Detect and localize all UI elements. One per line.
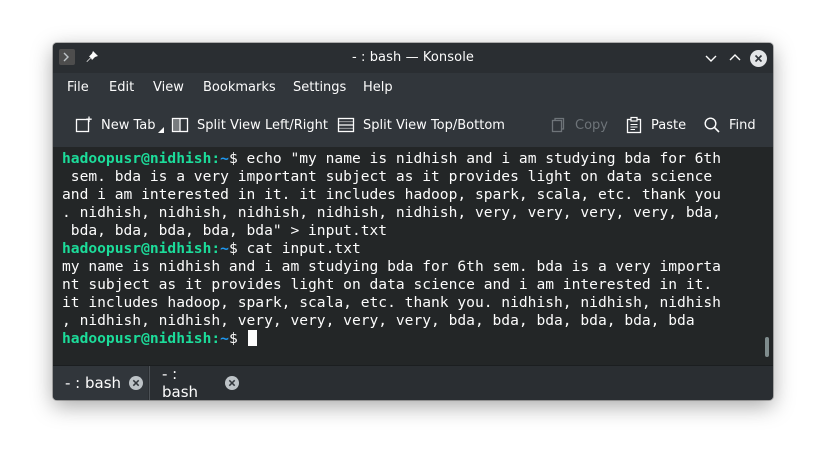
- prompt-separator: :: [211, 330, 221, 347]
- close-icon: [754, 54, 763, 63]
- title-bar[interactable]: - : bash — Konsole: [53, 43, 773, 73]
- split-vertical-icon: [171, 117, 189, 133]
- terminal-command: echo "my name is nidhish and i am studyi…: [237, 150, 722, 167]
- prompt-path: ~: [220, 330, 229, 347]
- chevron-down-icon: [705, 55, 717, 62]
- terminal-view[interactable]: hadoopusr@nidhish:~$ echo "my name is ni…: [53, 147, 761, 367]
- paste-label: Paste: [651, 117, 687, 133]
- search-icon: [704, 117, 720, 133]
- menu-edit[interactable]: Edit: [109, 73, 134, 103]
- prompt-symbol: $: [228, 150, 238, 167]
- prompt-symbol: $: [228, 240, 238, 257]
- paste-button[interactable]: Paste: [625, 105, 686, 145]
- terminal-output-line: , nidhish, nidhish, very, very, very, ve…: [62, 312, 695, 329]
- menu-settings[interactable]: Settings: [293, 73, 346, 103]
- prompt-separator: :: [211, 240, 221, 257]
- menu-bar: File Edit View Bookmarks Settings Help: [53, 73, 773, 103]
- new-tab-button[interactable]: New Tab: [75, 105, 165, 145]
- prompt-user-host: hadoopusr@nidhish: [62, 330, 212, 347]
- copy-icon: [551, 117, 565, 133]
- terminal-command: [238, 330, 247, 347]
- maximize-button[interactable]: [726, 49, 744, 67]
- prompt-path: ~: [220, 150, 229, 167]
- konsole-window: - : bash — Konsole File Edit View Bookma…: [53, 43, 773, 400]
- scrollbar-thumb[interactable]: [765, 337, 769, 357]
- menu-bookmarks[interactable]: Bookmarks: [203, 73, 276, 103]
- terminal-output-line: sem. bda is a very important subject as …: [62, 168, 713, 185]
- prompt-separator: :: [211, 150, 221, 167]
- paste-icon: [626, 116, 642, 134]
- find-label: Find: [729, 117, 756, 133]
- prompt-path: ~: [220, 240, 229, 257]
- window-title: - : bash — Konsole: [351, 50, 475, 65]
- prompt-user-host: hadoopusr@nidhish: [62, 150, 212, 167]
- terminal-command: cat input.txt: [237, 240, 361, 257]
- close-window-button[interactable]: [750, 50, 767, 67]
- terminal-cursor: [247, 330, 257, 346]
- toolbar: New Tab Split View Left/Right Split View…: [53, 105, 773, 145]
- terminal-prompt-line: hadoopusr@nidhish:~$: [62, 330, 257, 348]
- terminal-output-line: bda, bda, bda, bda, bda" > input.txt: [62, 222, 388, 239]
- terminal-output-line: and i am interested in it. it includes h…: [62, 186, 721, 203]
- menu-view[interactable]: View: [153, 73, 184, 103]
- split-top-bottom-button[interactable]: Split View Top/Bottom: [337, 105, 505, 145]
- split-horizontal-icon: [337, 117, 355, 133]
- copy-button[interactable]: Copy: [549, 105, 608, 145]
- find-button[interactable]: Find: [703, 105, 756, 145]
- tab-label: - : bash: [65, 374, 122, 392]
- dropdown-arrow-icon: [157, 127, 164, 133]
- terminal-output-line: . nidhish, nidhish, nidhish, nidhish, ni…: [62, 204, 721, 221]
- tab-label: - : bash: [162, 365, 199, 400]
- close-icon[interactable]: [128, 375, 144, 391]
- new-tab-icon: [75, 116, 92, 133]
- menu-file[interactable]: File: [67, 73, 89, 103]
- split-left-right-label: Split View Left/Right: [197, 117, 329, 133]
- terminal-output-line: it includes hadoop, spark, scala, etc. t…: [62, 294, 721, 311]
- chevron-up-icon: [729, 54, 741, 61]
- menu-help[interactable]: Help: [363, 73, 393, 103]
- terminal-output-line: my name is nidhish and i am studying bda…: [62, 258, 721, 275]
- prompt-symbol: $: [228, 330, 238, 347]
- split-top-bottom-label: Split View Top/Bottom: [363, 117, 505, 133]
- split-left-right-button[interactable]: Split View Left/Right: [171, 105, 328, 145]
- copy-label: Copy: [575, 117, 608, 133]
- terminal-output-line: nt subject as it provides light on data …: [62, 276, 713, 293]
- tab-bash-2[interactable]: - : bash: [149, 365, 240, 400]
- terminal-prompt-line: hadoopusr@nidhish:~$ cat input.txt: [62, 240, 361, 258]
- terminal-scrollbar[interactable]: [761, 147, 773, 367]
- tab-bash-1[interactable]: - : bash: [53, 366, 148, 400]
- new-tab-label: New Tab: [101, 117, 156, 133]
- close-icon[interactable]: [224, 375, 240, 391]
- minimize-button[interactable]: [702, 49, 720, 67]
- prompt-user-host: hadoopusr@nidhish: [62, 240, 212, 257]
- terminal-prompt-line: hadoopusr@nidhish:~$ echo "my name is ni…: [62, 150, 721, 168]
- tab-bar: - : bash - : bash: [53, 365, 773, 400]
